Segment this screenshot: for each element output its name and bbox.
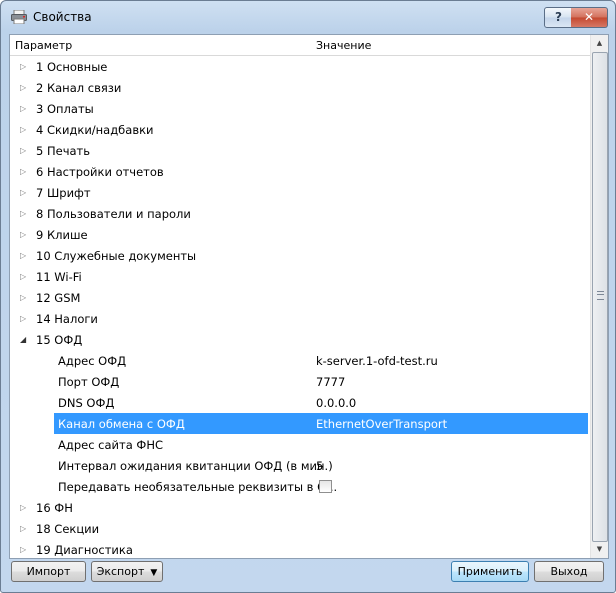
category-row[interactable]: ▷ 7 Шрифт <box>10 182 590 203</box>
row-label: Передавать необязательные реквизиты в О.… <box>58 480 338 494</box>
category-row[interactable]: ▷ 1 Основные <box>10 56 590 77</box>
collapsed-arrow-icon[interactable]: ▷ <box>20 83 28 93</box>
property-row[interactable]: Порт ОФД 7777 <box>10 371 590 392</box>
collapsed-arrow-icon[interactable]: ▷ <box>20 272 28 282</box>
apply-button[interactable]: Применить <box>451 561 529 582</box>
category-row[interactable]: ▷ 16 ФН <box>10 497 590 518</box>
column-header-value[interactable]: Значение <box>316 39 371 52</box>
category-row[interactable]: ▷ 19 Диагностика <box>10 539 590 558</box>
row-label: Адрес ОФД <box>58 354 127 368</box>
row-value[interactable]: 7777 <box>316 375 345 389</box>
row-label: 5 Печать <box>36 144 91 158</box>
collapsed-arrow-icon[interactable]: ▷ <box>20 167 28 177</box>
row-label: 9 Клише <box>36 228 88 242</box>
category-row[interactable]: ▷ 12 GSM <box>10 287 590 308</box>
collapsed-arrow-icon[interactable]: ▷ <box>20 125 28 135</box>
row-label: 16 ФН <box>36 501 73 515</box>
column-header-parameter[interactable]: Параметр <box>15 39 72 52</box>
row-label: 12 GSM <box>36 291 81 305</box>
grid-header: Параметр Значение <box>10 35 590 56</box>
row-label: 2 Канал связи <box>36 81 122 95</box>
exit-button-label: Выход <box>550 565 588 578</box>
close-button[interactable]: ✕ <box>571 7 608 28</box>
export-button-label: Экспорт <box>96 565 145 578</box>
row-label: Канал обмена с ОФД <box>58 417 185 431</box>
row-value[interactable]: 5 <box>316 459 323 473</box>
property-row[interactable]: DNS ОФД 0.0.0.0 <box>10 392 590 413</box>
category-row[interactable]: ▷ 8 Пользователи и пароли <box>10 203 590 224</box>
collapsed-arrow-icon[interactable]: ▷ <box>20 503 28 513</box>
apply-button-label: Применить <box>457 565 523 578</box>
category-row[interactable]: ▷ 2 Канал связи <box>10 77 590 98</box>
row-label: 8 Пользователи и пароли <box>36 207 191 221</box>
row-label: 4 Скидки/надбавки <box>36 123 154 137</box>
title-bar[interactable]: Свойства ? ✕ <box>1 1 615 35</box>
property-row[interactable]: Канал обмена с ОФД EthernetOverTransport <box>10 413 590 434</box>
printer-icon <box>11 10 27 24</box>
export-button[interactable]: Экспорт ▼ <box>91 561 163 582</box>
row-label: 10 Служебные документы <box>36 249 197 263</box>
scrollbar-grip-icon <box>597 291 604 300</box>
collapsed-arrow-icon[interactable]: ▷ <box>20 251 28 261</box>
collapsed-arrow-icon[interactable]: ▷ <box>20 545 28 555</box>
property-row[interactable]: Интервал ожидания квитанции ОФД (в мин.)… <box>10 455 590 476</box>
property-row[interactable]: Адрес сайта ФНС <box>10 434 590 455</box>
row-label: 18 Секции <box>36 522 100 536</box>
collapsed-arrow-icon[interactable]: ▷ <box>20 230 28 240</box>
category-row[interactable]: ▷ 3 Оплаты <box>10 98 590 119</box>
scrollbar-thumb[interactable] <box>592 52 608 542</box>
property-row[interactable]: Адрес ОФД k-server.1-ofd-test.ru <box>10 350 590 371</box>
category-row[interactable]: ▷ 10 Служебные документы <box>10 245 590 266</box>
row-label: Порт ОФД <box>58 375 120 389</box>
row-checkbox[interactable] <box>319 480 332 493</box>
category-row[interactable]: ▷ 6 Настройки отчетов <box>10 161 590 182</box>
row-value[interactable]: k-server.1-ofd-test.ru <box>316 354 438 368</box>
collapsed-arrow-icon[interactable]: ▷ <box>20 146 28 156</box>
category-row[interactable]: ▷ 18 Секции <box>10 518 590 539</box>
exit-button[interactable]: Выход <box>534 561 604 582</box>
row-label: 19 Диагностика <box>36 543 133 557</box>
category-row[interactable]: ▷ 11 Wi-Fi <box>10 266 590 287</box>
scroll-up-arrow-icon[interactable]: ▲ <box>591 35 608 52</box>
vertical-scrollbar[interactable]: ▲ ▼ <box>590 35 608 558</box>
category-row[interactable]: ▷ 4 Скидки/надбавки <box>10 119 590 140</box>
category-row[interactable]: ▷ 14 Налоги <box>10 308 590 329</box>
import-button[interactable]: Импорт <box>11 561 86 582</box>
scroll-down-arrow-icon[interactable]: ▼ <box>591 541 608 558</box>
property-grid-panel: Параметр Значение ▷ 1 Основные ▷ 2 Канал св… <box>9 34 609 559</box>
collapsed-arrow-icon[interactable]: ▷ <box>20 188 28 198</box>
import-button-label: Импорт <box>26 565 71 578</box>
property-grid: Параметр Значение ▷ 1 Основные ▷ 2 Канал св… <box>10 35 590 558</box>
row-label: 11 Wi-Fi <box>36 270 82 284</box>
row-label: 6 Настройки отчетов <box>36 165 164 179</box>
row-label: Адрес сайта ФНС <box>58 438 163 452</box>
row-label: 1 Основные <box>36 60 108 74</box>
row-label: 3 Оплаты <box>36 102 94 116</box>
row-label: 14 Налоги <box>36 312 98 326</box>
collapsed-arrow-icon[interactable]: ▷ <box>20 209 28 219</box>
row-label: DNS ОФД <box>58 396 115 410</box>
property-row[interactable]: Передавать необязательные реквизиты в О.… <box>10 476 590 497</box>
category-row[interactable]: ▷ 9 Клише <box>10 224 590 245</box>
row-label: Интервал ожидания квитанции ОФД (в мин.) <box>58 459 333 473</box>
properties-window: Свойства ? ✕ Параметр Значение ▷ 1 Основн… <box>0 0 616 593</box>
collapsed-arrow-icon[interactable]: ▷ <box>20 314 28 324</box>
row-value[interactable]: EthernetOverTransport <box>316 417 447 431</box>
row-label: 7 Шрифт <box>36 186 91 200</box>
window-title: Свойства <box>33 10 92 24</box>
help-button[interactable]: ? <box>544 7 573 28</box>
expanded-arrow-icon[interactable]: ◢ <box>20 335 28 345</box>
row-label: 15 ОФД <box>36 333 83 347</box>
row-value[interactable]: 0.0.0.0 <box>316 396 356 410</box>
collapsed-arrow-icon[interactable]: ▷ <box>20 524 28 534</box>
dropdown-arrow-icon: ▼ <box>150 568 158 578</box>
collapsed-arrow-icon[interactable]: ▷ <box>20 104 28 114</box>
collapsed-arrow-icon[interactable]: ▷ <box>20 293 28 303</box>
collapsed-arrow-icon[interactable]: ▷ <box>20 62 28 72</box>
category-row[interactable]: ▷ 5 Печать <box>10 140 590 161</box>
category-row[interactable]: ◢ 15 ОФД <box>10 329 590 350</box>
